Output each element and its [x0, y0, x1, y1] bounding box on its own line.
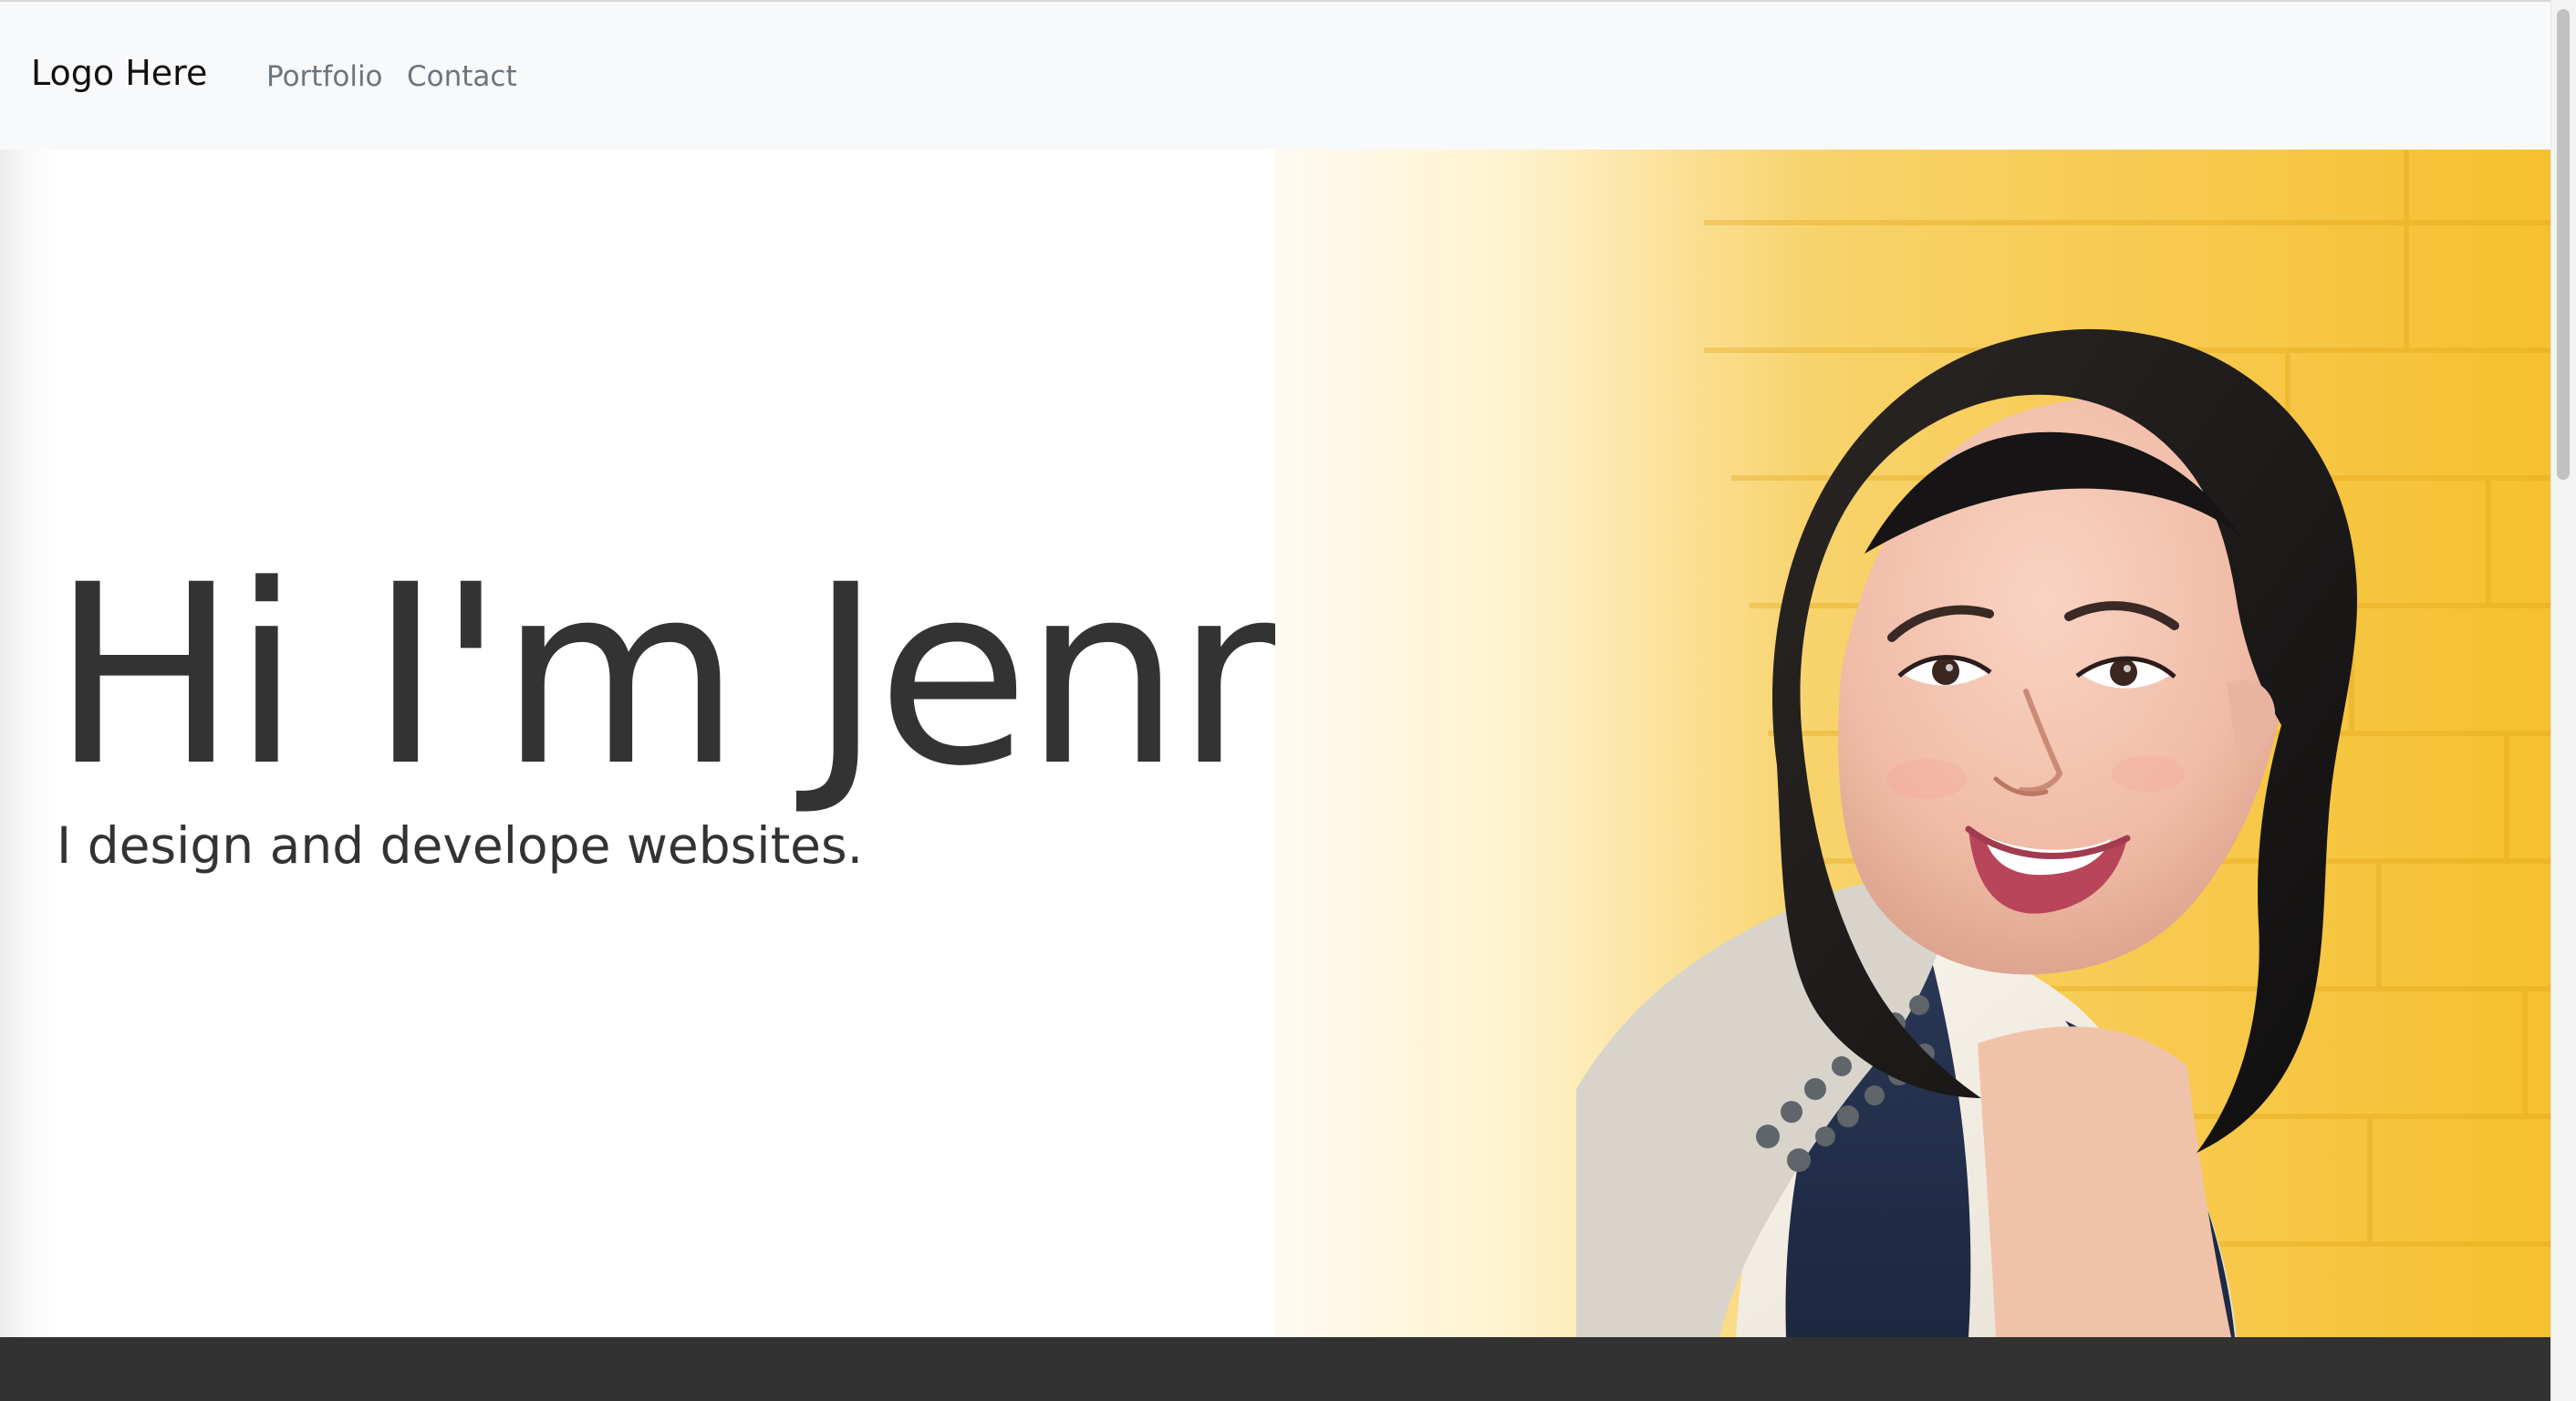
top-navbar: Logo Here Portfolio Contact [0, 0, 2550, 150]
hero-subtitle: I design and develope websites. [57, 816, 864, 875]
footer-bar [0, 1337, 2550, 1401]
vertical-scrollbar[interactable] [2550, 0, 2576, 1401]
scrollbar-thumb[interactable] [2557, 9, 2570, 480]
brand-logo-link[interactable]: Logo Here [31, 53, 207, 95]
portrait-illustration [1275, 150, 2550, 1337]
nav-link-contact[interactable]: Contact [407, 60, 517, 94]
hero-title: Hi I'm Jenn [51, 533, 1333, 821]
portfolio-page: Logo Here Portfolio Contact Hi I'm Jenn … [0, 0, 2576, 1401]
hero-photo [1275, 150, 2550, 1337]
left-edge-shadow [0, 150, 55, 1337]
nav-link-portfolio[interactable]: Portfolio [266, 60, 383, 94]
